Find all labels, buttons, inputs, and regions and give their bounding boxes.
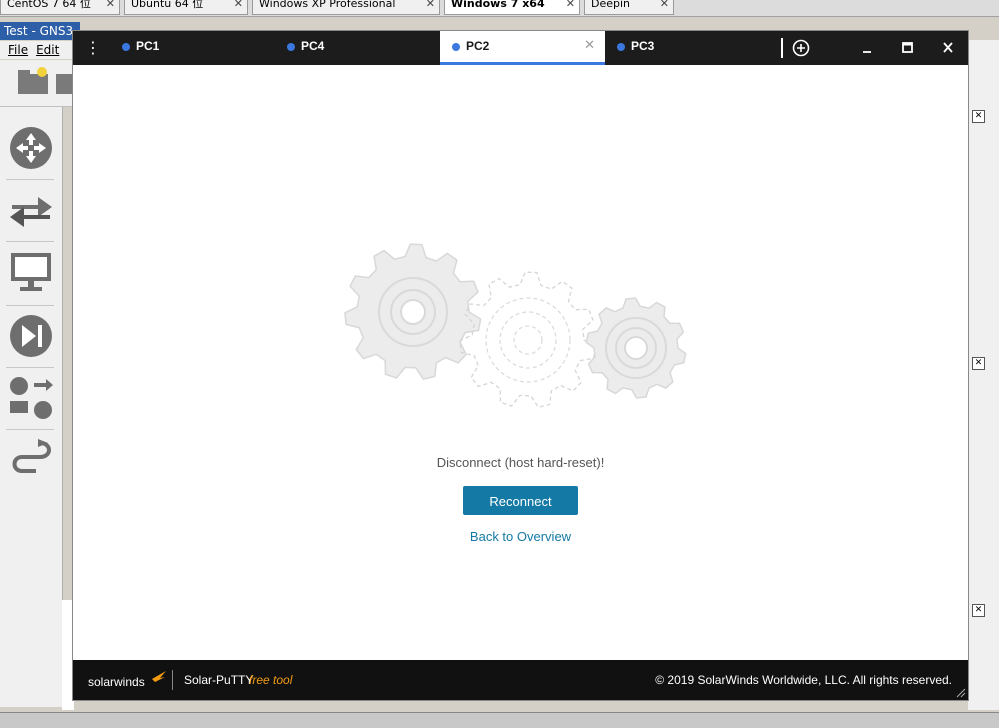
gns-device-toolbar [0,107,63,707]
close-icon[interactable]: ✕ [426,0,435,9]
session-tab-pc4[interactable]: PC4 [275,31,440,65]
vm-tab-label: CentOS 7 64 位 [7,0,91,10]
close-icon[interactable]: ✕ [972,357,985,370]
close-icon[interactable]: ✕ [106,0,115,9]
gears-illustration [344,243,687,408]
menu-file[interactable]: File [8,43,28,57]
vm-tab-winxp[interactable]: Windows XP Professional ✕ [252,0,440,15]
new-session-icon[interactable] [789,37,813,59]
gear-icon [344,243,482,381]
vm-tab-ubuntu[interactable]: Ubuntu 64 位 ✕ [124,0,248,15]
disconnect-message: Disconnect (host hard-reset)! [436,455,605,470]
gns-window-title: Test - GNS3 [0,22,80,40]
session-tab-pc1[interactable]: PC1 [110,31,275,65]
maximize-icon[interactable] [895,37,919,59]
close-icon[interactable]: ✕ [660,0,669,9]
session-tab-pc2[interactable]: PC2 ✕ [440,31,605,65]
vm-tab-strip: CentOS 7 64 位 ✕ Ubuntu 64 位 ✕ Windows XP P… [0,0,999,17]
divider [6,179,54,180]
resize-grip-icon[interactable] [956,688,966,698]
security-device-icon[interactable] [8,313,54,359]
close-window-icon[interactable] [936,37,960,59]
gear-dashed-icon [459,271,597,408]
close-icon[interactable]: ✕ [972,604,985,617]
folder-icon[interactable] [0,60,75,106]
vm-tab-deepin[interactable]: Deepin ✕ [584,0,674,15]
session-tab-bar: ⋮ PC1 PC4 PC2 ✕ PC3 [73,31,968,65]
reconnect-button[interactable]: Reconnect [463,486,578,515]
status-dot-icon [452,43,460,51]
taskbar [0,712,999,728]
status-dot-icon [122,43,130,51]
vm-tab-label: Windows 7 x64 [451,0,545,10]
solarwinds-flame-icon [152,671,166,682]
divider [6,241,54,242]
session-tab-label: PC4 [301,39,325,53]
router-icon[interactable] [8,125,54,171]
vm-tab-win7[interactable]: Windows 7 x64 ✕ [444,0,580,15]
product-name: Solar-PuTTY [184,673,254,687]
menu-edit[interactable]: Edit [36,43,59,57]
vm-tab-label: Deepin [591,0,631,10]
divider [6,305,54,306]
gear-small-icon [585,297,687,399]
switch-icon[interactable] [8,187,54,233]
vm-tab-label: Windows XP Professional [259,0,396,10]
session-content: Disconnect (host hard-reset)! Reconnect … [73,65,968,660]
gns-right-panels: ✕ ✕ ✕ [968,40,999,710]
close-icon[interactable]: ✕ [234,0,243,9]
menu-dots-icon[interactable]: ⋮ [85,39,101,57]
close-icon[interactable]: ✕ [566,0,575,9]
back-to-overview-link: Back to Overview [73,529,968,544]
session-tab-label: PC3 [631,39,655,53]
status-dot-icon [617,43,625,51]
session-tab-label: PC2 [466,39,490,53]
gns-menubar: File Edit [0,41,75,59]
divider [6,367,54,368]
free-tool-label: free tool [249,673,293,687]
close-icon[interactable]: ✕ [972,110,985,123]
session-tab-label: PC1 [136,39,160,53]
solarwinds-logo: solarwinds [88,675,145,689]
minimize-icon[interactable] [855,37,879,59]
footer: solarwinds Solar-PuTTY free tool © 2019 … [73,660,968,700]
session-tab-pc3[interactable]: PC3 [605,31,770,65]
status-dot-icon [287,43,295,51]
all-devices-icon[interactable] [8,375,54,421]
gns-toolbar [0,60,75,107]
back-to-overview-label[interactable]: Back to Overview [470,529,571,544]
solar-putty-window: ⋮ PC1 PC4 PC2 ✕ PC3 Disconnect (host har… [73,31,968,700]
divider [6,429,54,430]
add-link-icon[interactable] [8,437,54,483]
vm-tab-label: Ubuntu 64 位 [131,0,204,10]
close-tab-icon[interactable]: ✕ [584,38,595,53]
tab-divider [781,38,783,58]
copyright-text: © 2019 SolarWinds Worldwide, LLC. All ri… [655,673,952,687]
end-device-icon[interactable] [8,249,54,295]
footer-divider [172,670,173,690]
vm-tab-centos[interactable]: CentOS 7 64 位 ✕ [0,0,120,15]
